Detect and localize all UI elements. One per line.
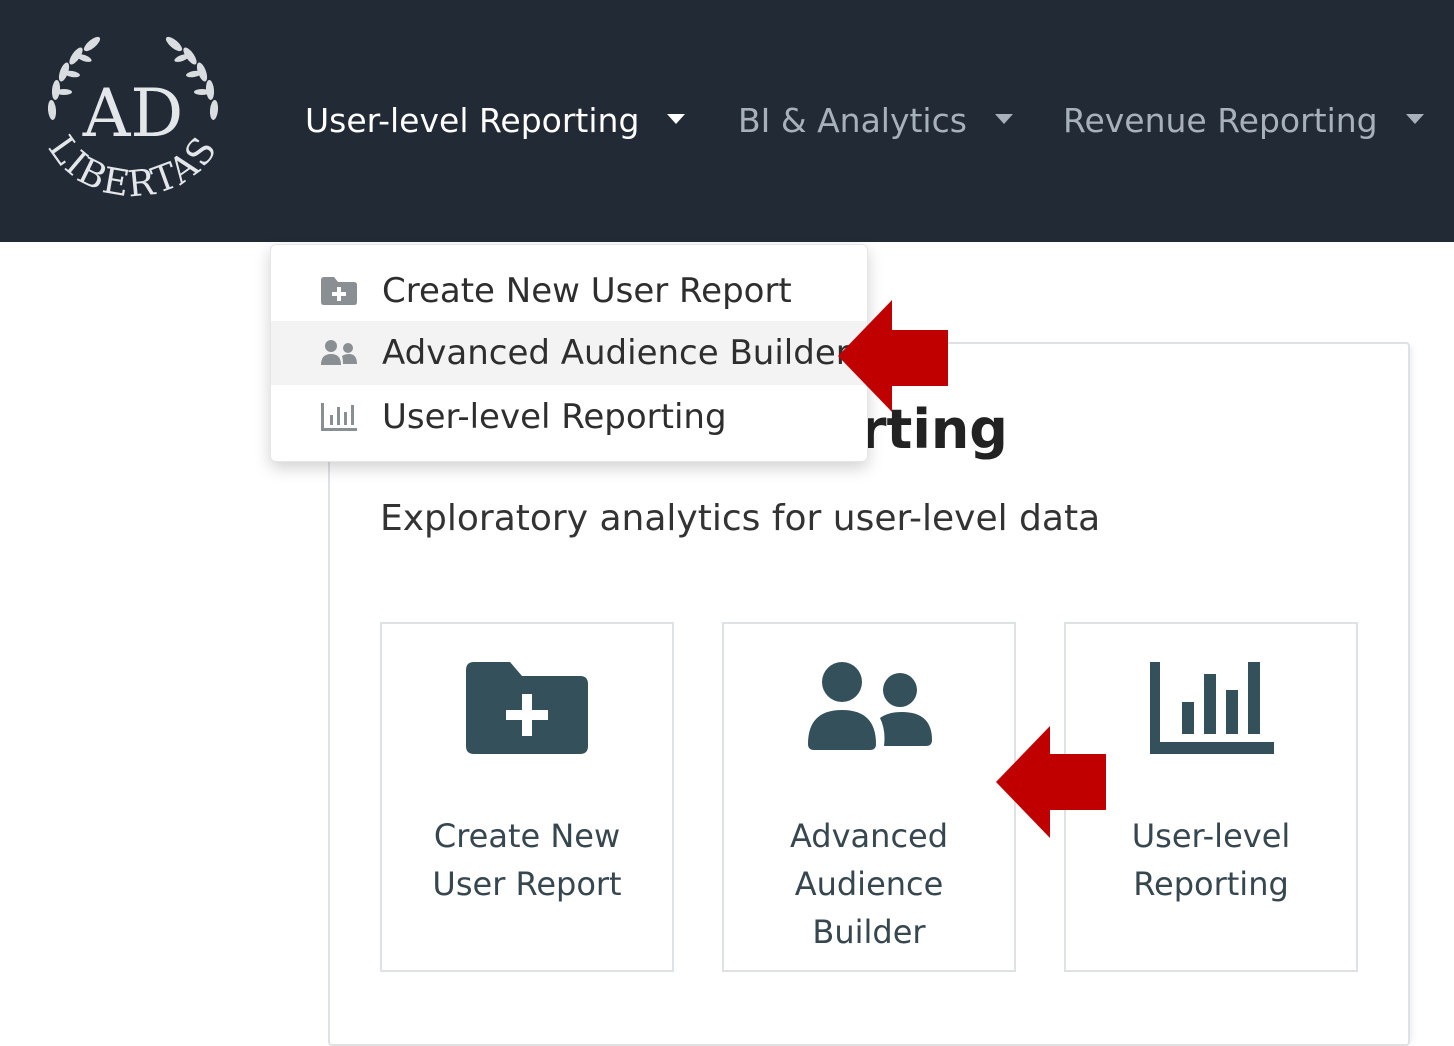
- laurel-logo-icon: AD LIBERTAS: [40, 36, 224, 206]
- dropdown-item-advanced-audience-builder[interactable]: Advanced Audience Builder: [271, 321, 867, 385]
- folder-plus-icon: [321, 277, 357, 305]
- dropdown-item-label: User-level Reporting: [382, 397, 727, 437]
- users-icon: [808, 662, 932, 750]
- annotation-arrow-icon: [996, 726, 1106, 838]
- nav-label: User-level Reporting: [305, 101, 640, 140]
- nav-label: Revenue Reporting: [1063, 101, 1378, 140]
- nav-bi-analytics[interactable]: BI & Analytics: [738, 96, 1013, 146]
- bar-chart-icon: [321, 403, 357, 431]
- svg-text:AD: AD: [82, 75, 184, 152]
- caret-down-icon: [667, 113, 686, 124]
- dropdown-item-user-level-reporting[interactable]: User-level Reporting: [271, 385, 867, 449]
- annotation-arrow-icon: [838, 300, 948, 412]
- dropdown-item-label: Create New User Report: [382, 271, 792, 311]
- tile-label: User-level Reporting: [1131, 817, 1291, 903]
- tile-label: Advanced Audience Builder: [789, 817, 949, 951]
- bar-chart-icon: [1150, 662, 1274, 754]
- nav-label: BI & Analytics: [738, 101, 967, 140]
- top-navbar: AD LIBERTAS User-level Reporting BI & An…: [0, 0, 1454, 242]
- tile-advanced-audience-builder[interactable]: Advanced Audience Builder: [722, 622, 1016, 972]
- folder-plus-icon: [466, 662, 588, 754]
- caret-down-icon: [1405, 113, 1424, 124]
- tile-create-new-user-report[interactable]: Create New User Report: [380, 622, 674, 972]
- tile-label: Create New User Report: [432, 817, 622, 903]
- brand-logo[interactable]: AD LIBERTAS: [30, 28, 236, 214]
- dropdown-item-create-new-user-report[interactable]: Create New User Report: [271, 259, 867, 323]
- nav-revenue-reporting[interactable]: Revenue Reporting: [1063, 96, 1424, 146]
- users-icon: [321, 340, 357, 365]
- caret-down-icon: [994, 113, 1013, 124]
- tile-user-level-reporting[interactable]: User-level Reporting: [1064, 622, 1358, 972]
- user-reporting-dropdown-menu: Create New User Report Advanced Audience…: [270, 244, 868, 462]
- page-subtitle: Exploratory analytics for user-level dat…: [380, 498, 1101, 539]
- nav-user-level-reporting[interactable]: User-level Reporting: [305, 96, 686, 146]
- dropdown-item-label: Advanced Audience Builder: [382, 333, 850, 373]
